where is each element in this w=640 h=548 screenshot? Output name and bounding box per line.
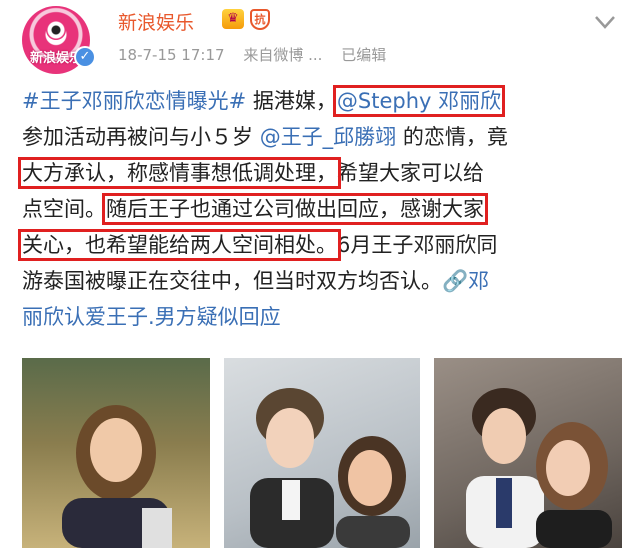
eye-icon	[46, 20, 66, 40]
timestamp: 18-7-15 17:17	[118, 46, 225, 64]
photo-grid	[22, 358, 622, 548]
body-text: 点空间。	[22, 197, 106, 221]
body-text: 参加活动再被问与小５岁	[22, 125, 260, 149]
photo-1[interactable]	[22, 358, 210, 548]
shield-badge: 抗	[250, 9, 270, 30]
article-link[interactable]: 丽欣认爱王子.男方疑似回应	[22, 305, 281, 329]
username[interactable]: 新浪娱乐	[118, 8, 194, 35]
body-text: 游泰国被曝正在交往中，但当时双方均否认。	[22, 269, 442, 293]
mention-link[interactable]: @Stephy 邓丽欣	[332, 85, 506, 117]
post-meta: 18-7-15 17:17 来自微博 ... 已编辑	[118, 44, 400, 65]
text-line-7: 丽欣认爱王子.男方疑似回应	[22, 299, 622, 335]
text-line-5: 关心，也希望能给两人空间相处。6月王子邓丽欣同	[18, 227, 622, 263]
chevron-down-icon[interactable]	[590, 8, 620, 36]
source-label: 来自微博 ...	[243, 46, 323, 64]
photo-2[interactable]	[224, 358, 420, 548]
couple-portrait-image	[250, 388, 410, 548]
text-line-1: #王子邓丽欣恋情曝光# 据港媒，@Stephy 邓丽欣	[22, 83, 622, 119]
mention-link[interactable]: @王子_邱勝翊	[260, 125, 397, 149]
body-text: 6月王子邓丽欣同	[337, 233, 498, 257]
crown-icon: ♛	[222, 9, 244, 29]
edited-label[interactable]: 已编辑	[341, 46, 386, 64]
text-line-6: 游泰国被曝正在交往中，但当时双方均否认。🔗邓	[22, 263, 622, 299]
verified-icon: ✓	[74, 46, 96, 68]
body-text: 希望大家可以给	[337, 161, 484, 185]
highlighted-text: 关心，也希望能给两人空间相处。	[18, 229, 341, 261]
body-text: 的恋情，竟	[396, 125, 508, 149]
text-line-3: 大方承认，称感情事想低调处理，希望大家可以给	[18, 155, 622, 191]
text-line-4: 点空间。随后王子也通过公司做出回应，感谢大家	[22, 191, 622, 227]
photo-3[interactable]	[434, 358, 622, 548]
post-body: #王子邓丽欣恋情曝光# 据港媒，@Stephy 邓丽欣 参加活动再被问与小５岁 …	[18, 83, 622, 335]
text-line-2: 参加活动再被问与小５岁 @王子_邱勝翊 的恋情，竟	[22, 119, 622, 155]
woman-portrait-image	[62, 405, 172, 548]
highlighted-text: 大方承认，称感情事想低调处理，	[18, 157, 341, 189]
couple-selfie-image	[466, 388, 612, 548]
hashtag-link[interactable]: #王子邓丽欣恋情曝光#	[22, 89, 246, 113]
article-link[interactable]: 🔗邓	[442, 269, 489, 293]
post-header: 新浪娱乐 ✓ 新浪娱乐 ♛ 抗 18-7-15 17:17 来自微博 ... 已…	[0, 0, 640, 80]
highlighted-text: 随后王子也通过公司做出回应，感谢大家	[102, 193, 488, 225]
body-text: 据港媒，	[246, 89, 337, 113]
